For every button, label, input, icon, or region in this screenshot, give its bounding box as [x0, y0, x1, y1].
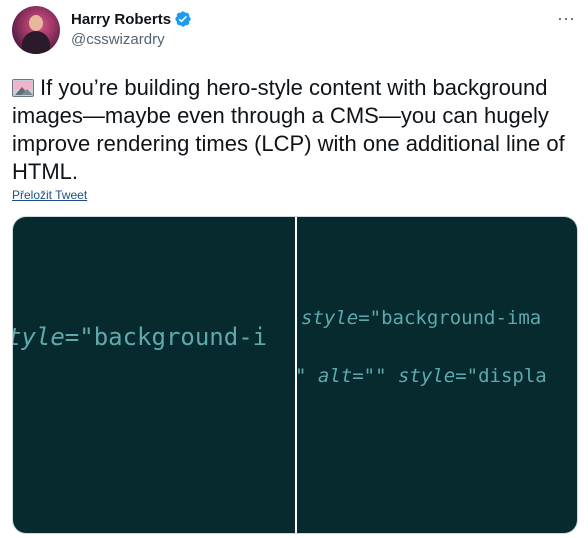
- verified-badge-icon: [174, 10, 192, 28]
- author-avatar[interactable]: [12, 6, 60, 54]
- tweet-body: If you’re building hero-style content wi…: [12, 75, 565, 184]
- code-value: ="background-ima: [358, 307, 542, 329]
- code-snippet-left: tyle="background-i: [13, 323, 267, 351]
- code-attr: tyle: [13, 323, 65, 351]
- author-handle[interactable]: @csswizardry: [71, 31, 192, 48]
- code-attr-style: style: [397, 365, 456, 387]
- display-name-row: Harry Roberts: [71, 9, 192, 29]
- code-value-style: ="displa: [455, 365, 547, 387]
- author-info: Harry Roberts @csswizardry: [71, 9, 192, 48]
- media-image-left[interactable]: tyle="background-i: [13, 217, 295, 533]
- code-prefix: ": [297, 365, 318, 387]
- tweet-text: If you’re building hero-style content wi…: [12, 74, 578, 186]
- code-attr: style: [301, 307, 359, 329]
- avatar-figure-head: [29, 15, 43, 31]
- code-value: ="background-i: [64, 323, 268, 351]
- more-options-button[interactable]: ···: [554, 8, 578, 28]
- tweet-media: tyle="background-i style="background-ima…: [12, 216, 578, 534]
- translate-tweet-link[interactable]: Přeložit Tweet: [12, 188, 87, 202]
- code-snippet-right-line2: " alt="" style="displa: [297, 365, 547, 387]
- author-display-name[interactable]: Harry Roberts: [71, 11, 171, 28]
- more-horizontal-icon: ···: [557, 7, 575, 28]
- media-image-right[interactable]: style="background-ima " alt="" style="di…: [297, 217, 577, 533]
- avatar-figure-body: [22, 31, 50, 54]
- code-attr-alt: alt: [317, 365, 353, 387]
- framed-picture-emoji-icon: [12, 79, 34, 97]
- code-value-alt: ="": [352, 365, 398, 387]
- tweet-card: Harry Roberts @csswizardry ··· If you’re…: [0, 0, 588, 538]
- code-snippet-right-line1: style="background-ima: [301, 307, 541, 329]
